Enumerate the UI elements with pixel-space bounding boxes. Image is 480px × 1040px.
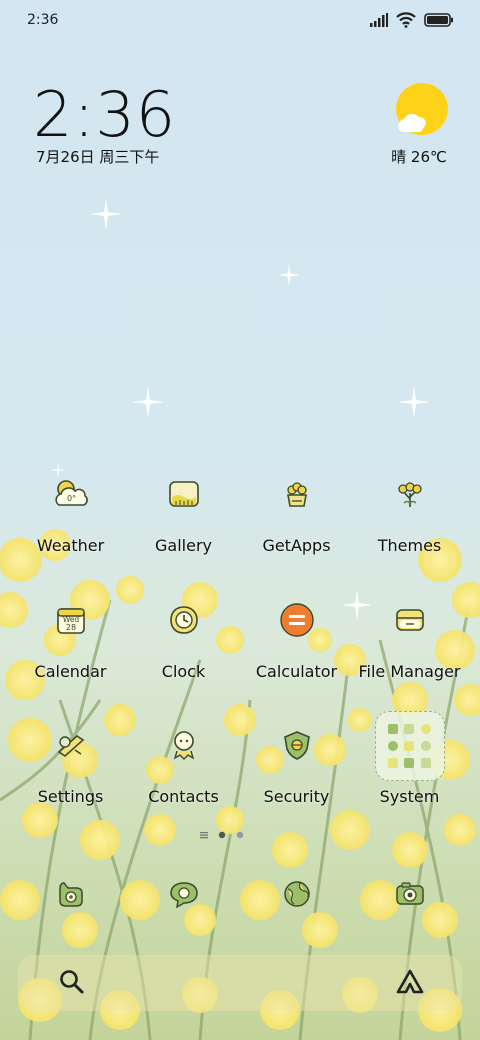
- dock-browser[interactable]: [240, 870, 353, 918]
- app-file-manager[interactable]: File Manager: [353, 596, 466, 681]
- sparkle-icon: [132, 386, 164, 418]
- folder-icon: [374, 711, 445, 781]
- menu-lines-icon: [200, 832, 208, 839]
- gallery-icon: [160, 470, 208, 518]
- wifi-icon: [396, 12, 416, 28]
- signal-icon: [370, 13, 388, 27]
- dock-camera[interactable]: [353, 870, 466, 918]
- sparkle-icon: [90, 198, 122, 230]
- app-gallery[interactable]: Gallery: [127, 470, 240, 555]
- app-label: GetApps: [262, 536, 331, 555]
- sunny-cloud-icon: [396, 83, 448, 135]
- status-icons: [370, 12, 454, 28]
- phone-icon: [47, 870, 95, 918]
- app-weather[interactable]: 0° Weather: [14, 470, 127, 555]
- settings-icon: [47, 721, 95, 769]
- app-clock[interactable]: Clock: [127, 596, 240, 681]
- clock-widget-date[interactable]: 7月26日 周三下午: [36, 146, 159, 167]
- status-time: 2:36: [27, 12, 59, 28]
- calendar-icon-day: 28: [65, 623, 75, 632]
- weather-condition: 晴: [391, 148, 407, 166]
- contacts-icon: [160, 721, 208, 769]
- browser-icon: [273, 870, 321, 918]
- app-label: Clock: [161, 662, 206, 681]
- search-icon[interactable]: [58, 968, 86, 996]
- app-label: System: [379, 787, 440, 806]
- messages-icon: [160, 870, 208, 918]
- security-icon: [273, 721, 321, 769]
- status-bar: 2:36: [0, 0, 480, 42]
- app-security[interactable]: Security: [240, 721, 353, 806]
- app-label: File Manager: [358, 662, 461, 681]
- page-dot[interactable]: [236, 831, 244, 839]
- app-label: Gallery: [155, 536, 212, 555]
- sparkle-icon: [278, 264, 300, 286]
- app-label: Security: [263, 787, 330, 806]
- weather-icon: 0°: [47, 470, 95, 518]
- app-calculator[interactable]: Calculator: [240, 596, 353, 681]
- page-indicator[interactable]: [200, 829, 280, 841]
- page-dot-active[interactable]: [218, 831, 226, 839]
- app-calendar[interactable]: Wed 28 Calendar: [14, 596, 127, 681]
- getapps-icon: [273, 470, 321, 518]
- clock-widget-time[interactable]: 2:36: [33, 78, 176, 151]
- app-getapps[interactable]: GetApps: [240, 470, 353, 555]
- themes-icon: [386, 470, 434, 518]
- weather-temperature: 26℃: [410, 148, 447, 166]
- app-themes[interactable]: Themes: [353, 470, 466, 555]
- sparkle-icon: [398, 386, 430, 418]
- battery-icon: [424, 13, 453, 27]
- app-label: Contacts: [148, 787, 219, 806]
- app-label: Settings: [37, 787, 104, 806]
- weather-widget[interactable]: 晴 26℃: [382, 82, 452, 172]
- svg-text:0°: 0°: [67, 494, 76, 503]
- calendar-icon: Wed 28: [47, 596, 95, 644]
- app-label: Weather: [36, 536, 105, 555]
- app-system-folder[interactable]: System: [353, 711, 466, 806]
- app-contacts[interactable]: Contacts: [127, 721, 240, 806]
- app-label: Calendar: [34, 662, 107, 681]
- clock-icon: [160, 596, 208, 644]
- camera-icon: [386, 870, 434, 918]
- app-label: Themes: [377, 536, 442, 555]
- dock-phone[interactable]: [14, 870, 127, 918]
- assistant-icon[interactable]: [395, 968, 425, 996]
- weather-summary: 晴 26℃: [374, 146, 464, 167]
- app-label: Calculator: [255, 662, 338, 681]
- file-manager-icon: [386, 596, 434, 644]
- folder-preview: [374, 711, 445, 781]
- dock-messages[interactable]: [127, 870, 240, 918]
- calculator-icon: [273, 596, 321, 644]
- app-settings[interactable]: Settings: [14, 721, 127, 806]
